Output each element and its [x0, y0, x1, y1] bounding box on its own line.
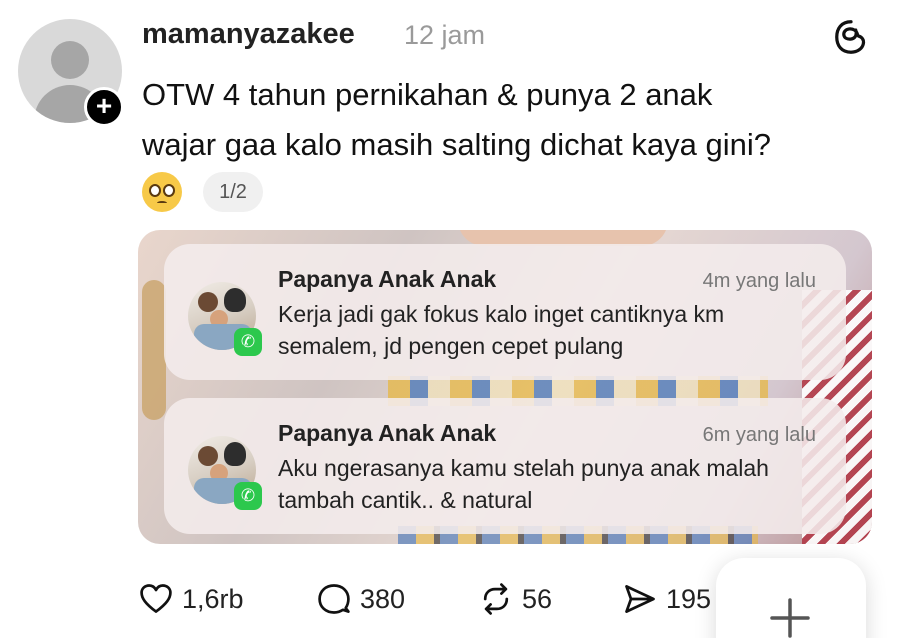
share-count: 195: [666, 583, 712, 614]
whatsapp-notification: ✆ Papanya Anak Anak 6m yang lalu Aku nge…: [164, 398, 846, 534]
post-text-line-2: wajar gaa kalo masih salting dichat kaya…: [142, 127, 771, 162]
whatsapp-icon: ✆: [234, 328, 262, 356]
whatsapp-icon: ✆: [234, 482, 262, 510]
pleading-face-emoji: [142, 172, 182, 212]
notification-time: 6m yang lalu: [702, 424, 816, 446]
notification-message: Kerja jadi gak fokus kalo inget cantikny…: [278, 301, 725, 359]
compose-button[interactable]: [716, 558, 866, 638]
plus-icon: [770, 598, 810, 638]
threads-logo-icon[interactable]: [832, 18, 870, 56]
post-timestamp: 12 jam: [404, 20, 486, 50]
heart-icon: [140, 584, 172, 613]
post-text-line-1: OTW 4 tahun pernikahan & punya 2 anak: [142, 77, 713, 112]
like-button[interactable]: 1,6rb: [138, 575, 244, 623]
reply-count: 380: [360, 583, 406, 614]
post-action-bar: 1,6rb 380 56 195: [138, 575, 738, 623]
share-button[interactable]: 195: [622, 575, 711, 623]
repost-count: 56: [522, 583, 553, 614]
username[interactable]: mamanyazakee: [142, 18, 355, 51]
like-count: 1,6rb: [182, 583, 244, 614]
follow-plus-icon[interactable]: +: [84, 87, 124, 127]
whatsapp-notification: ✆ Papanya Anak Anak 4m yang lalu Kerja j…: [164, 244, 846, 380]
reply-button[interactable]: 380: [316, 575, 405, 623]
send-icon: [625, 585, 655, 613]
notification-time: 4m yang lalu: [702, 270, 816, 292]
notification-sender: Papanya Anak Anak: [278, 420, 497, 446]
speech-bubble-icon: [318, 584, 350, 614]
background-object: [142, 280, 166, 420]
repost-button[interactable]: 56: [478, 575, 552, 623]
post-text: OTW 4 tahun pernikahan & punya 2 anak wa…: [142, 70, 862, 170]
notification-message: Aku ngerasanya kamu stelah punya anak ma…: [278, 455, 769, 513]
notification-sender: Papanya Anak Anak: [278, 266, 497, 292]
repost-icon: [483, 583, 509, 615]
avatar-head-shape: [51, 41, 89, 79]
page-indicator-badge: 1/2: [203, 172, 263, 212]
